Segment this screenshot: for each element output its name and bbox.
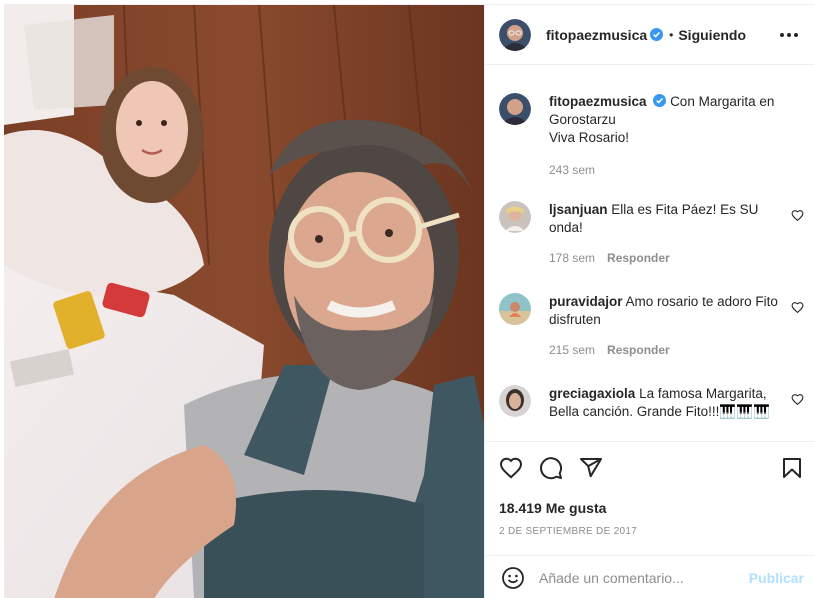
- post-actions: 18.419 Me gusta 2 de septiembre de 2017: [485, 441, 815, 551]
- comment-like-heart-icon[interactable]: [791, 209, 804, 221]
- share-icon-glyph: [580, 458, 602, 478]
- commenter-avatar-image: [499, 385, 531, 417]
- commenter-avatar[interactable]: [499, 385, 531, 417]
- more-options-icon[interactable]: [780, 27, 800, 43]
- commenter-avatar[interactable]: [499, 293, 531, 325]
- comment-username[interactable]: ljsanjuan: [549, 202, 608, 217]
- comment-username[interactable]: greciagaxiola: [549, 386, 635, 401]
- caption-avatar[interactable]: [499, 93, 531, 125]
- commenter-avatar-image: [499, 201, 531, 233]
- comment-icon-glyph: [540, 457, 563, 480]
- comment-time[interactable]: 215 sem: [549, 343, 595, 357]
- author-username[interactable]: fitopaezmusica: [546, 27, 647, 43]
- bookmark-icon[interactable]: [780, 456, 804, 480]
- author-avatar-image: [499, 18, 531, 51]
- likes-count[interactable]: 18.419 Me gusta: [499, 500, 606, 516]
- share-icon[interactable]: [579, 456, 603, 480]
- caption-body: fitopaezmusica Con Margarita en Gorostar…: [549, 93, 784, 179]
- header-separator: •: [669, 27, 674, 42]
- comment-time[interactable]: 178 sem: [549, 251, 595, 265]
- emoji-icon-glyph: [502, 566, 524, 589]
- commenter-avatar[interactable]: [499, 201, 531, 233]
- comment-item: greciagaxiola La famosa Margarita, Bella…: [499, 385, 804, 421]
- author-avatar[interactable]: [499, 18, 531, 51]
- verified-badge-icon: [653, 94, 667, 107]
- caption-row: fitopaezmusica Con Margarita en Gorostar…: [499, 93, 804, 179]
- post-side-panel: fitopaezmusica • Siguiendo fitopaezmusic…: [484, 5, 815, 598]
- comment-input[interactable]: [539, 569, 739, 586]
- post-date[interactable]: 2 de septiembre de 2017: [499, 526, 637, 537]
- bookmark-icon-glyph: [783, 458, 801, 478]
- comment-username[interactable]: puravidajor: [549, 294, 623, 309]
- heart-icon[interactable]: [499, 456, 523, 480]
- comments-list[interactable]: fitopaezmusica Con Margarita en Gorostar…: [485, 66, 815, 441]
- post-modal: fitopaezmusica • Siguiendo fitopaezmusic…: [4, 4, 815, 598]
- post-header: fitopaezmusica • Siguiendo: [485, 5, 815, 65]
- reply-button[interactable]: Responder: [607, 343, 670, 357]
- caption-text-line2: Viva Rosario!: [549, 130, 630, 145]
- comment-like-heart-icon[interactable]: [791, 393, 804, 405]
- commenter-avatar-image: [499, 293, 531, 325]
- comment-icon[interactable]: [539, 456, 563, 480]
- comment-item: puravidajor Amo rosario te adoro Fito di…: [499, 293, 804, 359]
- following-button[interactable]: Siguiendo: [678, 27, 746, 43]
- comment-item: ljsanjuan Ella es Fita Páez! Es SU onda!…: [499, 201, 804, 267]
- verified-badge-icon: [650, 28, 664, 41]
- post-photo[interactable]: [4, 5, 484, 598]
- heart-icon-glyph: [499, 457, 523, 479]
- reply-button[interactable]: Responder: [607, 251, 670, 265]
- comment-like-heart-icon[interactable]: [791, 301, 804, 313]
- caption-username[interactable]: fitopaezmusica: [549, 94, 647, 109]
- selfie-image: [4, 5, 484, 598]
- caption-time[interactable]: 243 sem: [549, 163, 595, 177]
- author-avatar-image: [499, 93, 531, 125]
- publish-button[interactable]: Publicar: [749, 570, 804, 586]
- comment-composer: Publicar: [485, 555, 815, 598]
- emoji-icon[interactable]: [501, 566, 525, 590]
